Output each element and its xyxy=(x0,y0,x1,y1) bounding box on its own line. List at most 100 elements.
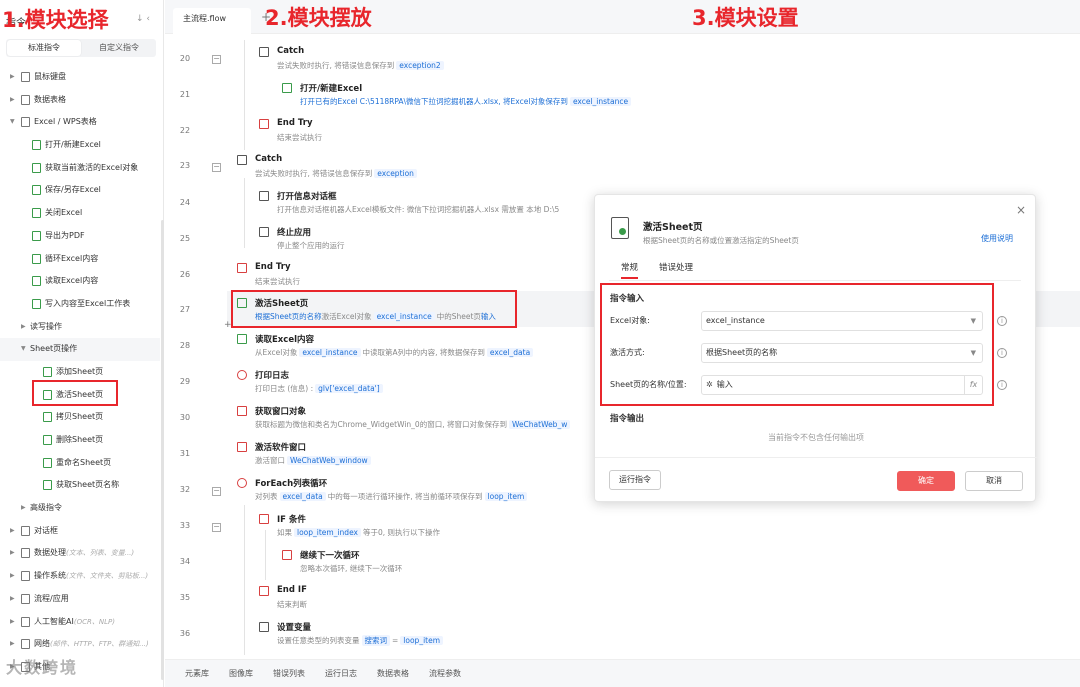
close-icon[interactable]: × xyxy=(1016,203,1026,217)
tab-flow-params[interactable]: 流程参数 xyxy=(429,660,461,687)
tab-data-table[interactable]: 数据表格 xyxy=(377,660,409,687)
sidebar-item-label: 导出为PDF xyxy=(45,230,85,240)
watermark: 大数跨境 xyxy=(6,658,79,677)
sidebar-item-loop-excel[interactable]: 循环Excel内容 xyxy=(0,248,160,271)
fold-toggle-icon[interactable]: − xyxy=(212,163,221,172)
cancel-button[interactable]: 取消 xyxy=(965,471,1023,491)
step-desc: 打开已有的Excel C:\5118RPA\微信下拉词挖掘机器人.xlsx, 将… xyxy=(300,96,633,107)
step-title: 设置变量 xyxy=(277,623,312,633)
sidebar-item-save-excel[interactable]: 保存/另存Excel xyxy=(0,179,160,202)
sidebar-item-mouse-keyboard[interactable]: ▶ 鼠标键盘 xyxy=(0,66,160,89)
command-sidebar: 指令 ↓ ‹ 标准指令 自定义指令 ▶ 鼠标键盘 ▶ 数据表格 ▼ Excel / W… xyxy=(0,0,164,687)
sidebar-item-get-sheet-name[interactable]: 获取Sheet页名称 xyxy=(0,474,160,497)
sidebar-item-label: 数据处理 xyxy=(34,548,66,558)
confirm-button[interactable]: 确定 xyxy=(897,471,955,491)
sidebar-item-copy-sheet[interactable]: 拷贝Sheet页 xyxy=(0,406,160,429)
info-icon[interactable]: i xyxy=(997,380,1007,390)
layers-icon xyxy=(259,227,269,237)
fold-toggle-icon[interactable]: − xyxy=(212,523,221,532)
tab-error-handling[interactable]: 错误处理 xyxy=(659,261,693,273)
step-desc: 对列表 excel_data 中的每一项进行循环操作, 将当前循环项保存到 loop_… xyxy=(255,491,529,502)
sidebar-item-flow-app[interactable]: ▶ 流程/应用 xyxy=(0,588,160,611)
step-desc-text: 对列表 xyxy=(255,492,278,501)
step-title: 读取Excel内容 xyxy=(255,335,315,345)
line-number: 32 xyxy=(179,485,191,494)
info-icon[interactable]: i xyxy=(997,316,1007,326)
variable-tag: WeChatWeb_window xyxy=(287,456,371,465)
step-title: 继续下一次循环 xyxy=(300,551,360,561)
variable-tag: exception2 xyxy=(396,61,444,70)
sidebar-item-write-excel[interactable]: 写入内容至Excel工作表 xyxy=(0,293,160,316)
sidebar-item-dialog[interactable]: ▶ 对话框 xyxy=(0,520,160,543)
tab-general[interactable]: 常规 xyxy=(621,261,639,279)
os-icon xyxy=(21,571,30,582)
sidebar-item-close-excel[interactable]: 关闭Excel xyxy=(0,202,160,225)
sidebar-item-label: 关闭Excel xyxy=(45,208,83,218)
sidebar-item-label: 高级指令 xyxy=(30,503,62,513)
excel-file-icon xyxy=(43,480,52,491)
line-gutter: 20 21 22 23 24 25 26 27 28 29 30 31 32 3… xyxy=(165,34,227,659)
window-icon xyxy=(237,442,247,452)
sidebar-item-ai[interactable]: ▶ 人工智能AI(OCR、NLP) xyxy=(0,611,160,634)
sidebar-item-hint: (文件、文件夹、剪贴板...) xyxy=(66,572,149,581)
dialog-icon xyxy=(21,525,30,536)
fold-toggle-icon[interactable]: − xyxy=(212,55,221,64)
sidebar-scrollbar[interactable] xyxy=(161,220,164,680)
tab-run-log[interactable]: 运行日志 xyxy=(325,660,357,687)
line-number: 28 xyxy=(179,341,191,350)
chevron-right-icon: ▶ xyxy=(10,594,15,602)
variable-tag: glv['excel_data'] xyxy=(315,384,383,393)
network-icon xyxy=(21,639,30,650)
run-command-button[interactable]: 运行指令 xyxy=(609,470,661,490)
tab-standard[interactable]: 标准指令 xyxy=(7,40,81,56)
command-tree: ▶ 鼠标键盘 ▶ 数据表格 ▼ Excel / WPS表格 打开/新建Excel 获取… xyxy=(0,66,160,679)
sidebar-collapse-icon[interactable]: ↓ ‹ xyxy=(136,14,150,24)
dialog-subtitle: 根据Sheet页的名称或位置激活指定的Sheet页 xyxy=(643,236,799,245)
tab-element-library[interactable]: 元素库 xyxy=(185,660,209,687)
step-desc-text: 从Excel对象 xyxy=(255,348,298,357)
sidebar-item-os[interactable]: ▶ 操作系统(文件、文件夹、剪贴板...) xyxy=(0,565,160,588)
window-icon xyxy=(237,406,247,416)
dialog-title: 激活Sheet页 xyxy=(643,222,703,233)
step-desc-text: 中的每一项进行循环操作, 将当前循环项保存到 xyxy=(327,492,483,501)
chevron-right-icon: ▶ xyxy=(10,526,15,534)
sidebar-item-excel[interactable]: ▼ Excel / WPS表格 xyxy=(0,111,160,134)
sidebar-item-delete-sheet[interactable]: 删除Sheet页 xyxy=(0,429,160,452)
sidebar-item-network[interactable]: ▶ 网络(邮件、HTTP、FTP、群通知...) xyxy=(0,633,160,656)
sidebar-item-export-pdf[interactable]: 导出为PDF xyxy=(0,225,160,248)
sidebar-item-label: 拷贝Sheet页 xyxy=(56,412,104,422)
step-desc: 结束尝试执行 xyxy=(255,277,300,286)
step-title: End Try xyxy=(255,262,291,272)
sidebar-item-label: 读取Excel内容 xyxy=(45,276,99,286)
sidebar-item-data-processing[interactable]: ▶ 数据处理(文本、列表、变量...) xyxy=(0,542,160,565)
tab-image-library[interactable]: 图像库 xyxy=(229,660,253,687)
line-number: 29 xyxy=(179,377,191,386)
line-number: 24 xyxy=(179,198,191,207)
step-desc-text: 获取标题为微信和类名为Chrome_WidgetWin_0的窗口, 将窗口对象保… xyxy=(255,420,507,429)
info-icon[interactable]: i xyxy=(997,348,1007,358)
tab-custom[interactable]: 自定义指令 xyxy=(82,39,156,57)
sidebar-item-label: 获取Sheet页名称 xyxy=(56,480,120,490)
sidebar-item-get-active-excel[interactable]: 获取当前激活的Excel对象 xyxy=(0,157,160,180)
sidebar-item-rename-sheet[interactable]: 重命名Sheet页 xyxy=(0,452,160,475)
sidebar-item-label: 保存/另存Excel xyxy=(45,185,101,195)
sidebar-item-sheet-ops[interactable]: ▼ Sheet页操作 xyxy=(0,338,160,361)
indent-guide xyxy=(244,505,245,655)
step-desc: 忽略本次循环, 继续下一次循环 xyxy=(300,564,403,573)
tab-error-list[interactable]: 错误列表 xyxy=(273,660,305,687)
line-number: 30 xyxy=(179,413,191,422)
step-desc: 尝试失败时执行, 将错误信息保存到 exception2 xyxy=(277,60,446,71)
sidebar-item-label: 获取当前激活的Excel对象 xyxy=(45,162,139,172)
sidebar-item-read-excel[interactable]: 读取Excel内容 xyxy=(0,270,160,293)
tab-main-flow[interactable]: 主流程.flow xyxy=(173,8,251,34)
fold-toggle-icon[interactable]: − xyxy=(212,487,221,496)
sidebar-item-label: Excel / WPS表格 xyxy=(34,117,97,127)
sidebar-item-advanced[interactable]: ▶ 高级指令 xyxy=(0,497,160,520)
no-output-text: 当前指令不包含任何输出项 xyxy=(768,433,864,442)
sidebar-item-data-table[interactable]: ▶ 数据表格 xyxy=(0,89,160,112)
line-number: 20 xyxy=(179,54,191,63)
sidebar-item-read-write[interactable]: ▶ 读写操作 xyxy=(0,316,160,339)
output-section-title: 指令输出 xyxy=(610,414,645,424)
sidebar-item-open-excel[interactable]: 打开/新建Excel xyxy=(0,134,160,157)
help-link[interactable]: 使用说明 xyxy=(981,233,1013,244)
